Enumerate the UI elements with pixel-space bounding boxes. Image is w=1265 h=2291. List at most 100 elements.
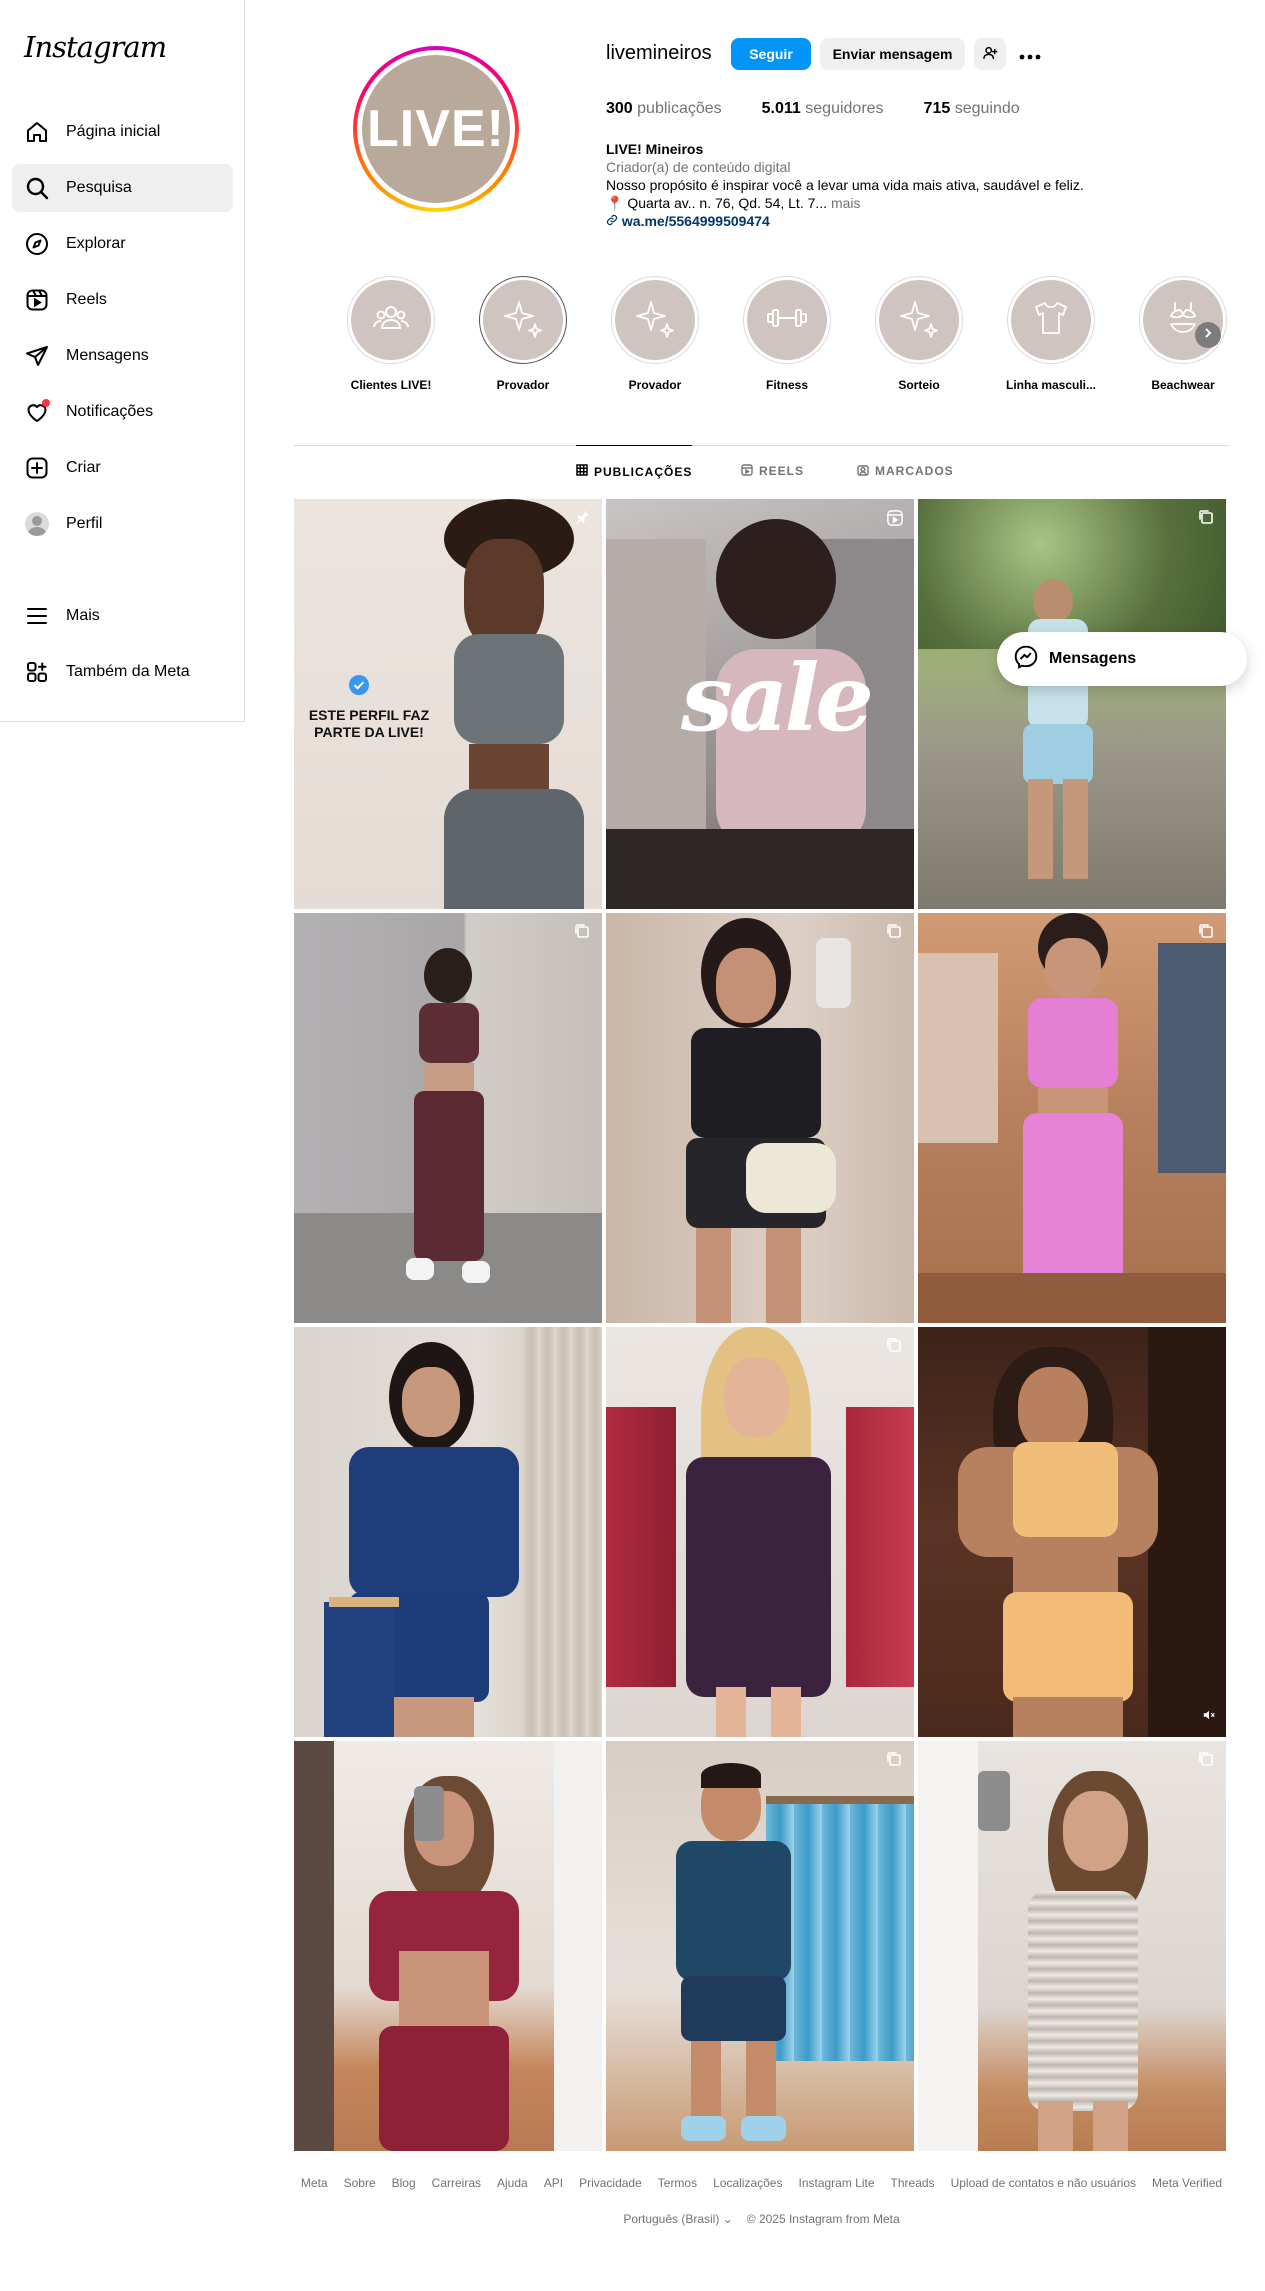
profile-avatar[interactable]: LIVE!: [353, 46, 519, 212]
footer-links: Meta Sobre Blog Carreiras Ajuda API Priv…: [294, 2176, 1229, 2190]
verified-badge-icon: [348, 674, 370, 701]
plus-square-icon: [24, 455, 50, 481]
sparkle-icon: [501, 296, 545, 345]
search-icon: [24, 175, 50, 201]
footer-link[interactable]: Instagram Lite: [798, 2176, 874, 2190]
following-count[interactable]: 715 seguindo: [924, 100, 1020, 118]
follow-button[interactable]: Seguir: [731, 38, 811, 70]
nav-item-meta[interactable]: Também da Meta: [12, 648, 233, 696]
footer-link[interactable]: Threads: [891, 2176, 935, 2190]
carousel-icon: [1198, 509, 1216, 527]
nav-label: Reels: [66, 291, 107, 308]
bio-link-row: wa.me/5564999509474: [606, 212, 1084, 230]
options-button[interactable]: [1014, 38, 1046, 70]
tab-tagged[interactable]: MARCADOS: [857, 445, 954, 497]
footer-link[interactable]: Carreiras: [432, 2176, 481, 2190]
highlight-item[interactable]: Beachwear: [1117, 276, 1249, 392]
heart-icon: [24, 399, 50, 425]
chevron-right-icon: [1202, 326, 1214, 344]
carousel-icon: [886, 1751, 904, 1769]
highlight-item[interactable]: Fitness: [721, 276, 853, 392]
instagram-logo[interactable]: Instagram: [24, 30, 167, 64]
post-7[interactable]: [294, 1327, 602, 1737]
highlight-label: Provador: [628, 378, 682, 392]
nav-item-messages[interactable]: Mensagens: [12, 332, 233, 380]
reels-icon: [741, 463, 759, 479]
footer-link[interactable]: Blog: [392, 2176, 416, 2190]
post-9[interactable]: [918, 1327, 1226, 1737]
footer-link[interactable]: Termos: [658, 2176, 697, 2190]
carousel-icon: [886, 923, 904, 941]
post-3[interactable]: [918, 499, 1226, 909]
profile-full-name: LIVE! Mineiros: [606, 141, 704, 157]
copyright-text: © 2025 Instagram from Meta: [746, 2212, 900, 2226]
post-5[interactable]: [606, 913, 914, 1323]
post-12[interactable]: [918, 1741, 1226, 2151]
send-message-button[interactable]: Enviar mensagem: [820, 38, 965, 70]
nav-item-more[interactable]: Mais: [12, 592, 233, 640]
language-select[interactable]: Português (Brasil) ⌄: [623, 2212, 732, 2226]
footer-link[interactable]: Meta Verified: [1152, 2176, 1222, 2190]
tab-reels[interactable]: REELS: [741, 445, 804, 497]
nav-label: Criar: [66, 459, 101, 476]
footer-link[interactable]: Upload de contatos e não usuários: [951, 2176, 1136, 2190]
tagged-icon: [857, 464, 875, 479]
nav-item-search[interactable]: Pesquisa: [12, 164, 233, 212]
footer-link[interactable]: Meta: [301, 2176, 328, 2190]
highlight-item[interactable]: Clientes LIVE!: [325, 276, 457, 392]
tab-posts[interactable]: PUBLICAÇÕES: [576, 445, 693, 497]
carousel-icon: [1198, 1751, 1216, 1769]
highlight-item[interactable]: Sorteio: [853, 276, 985, 392]
people-icon: [371, 298, 411, 343]
nav-item-profile[interactable]: Perfil: [12, 500, 233, 548]
bio-more-link[interactable]: mais: [831, 195, 861, 211]
post-10[interactable]: [294, 1741, 602, 2151]
footer-link[interactable]: Ajuda: [497, 2176, 528, 2190]
highlight-item[interactable]: Provador: [457, 276, 589, 392]
nav-item-create[interactable]: Criar: [12, 444, 233, 492]
highlight-item[interactable]: Provador: [589, 276, 721, 392]
bio-website-link[interactable]: wa.me/5564999509474: [622, 213, 770, 229]
post-1[interactable]: ESTE PERFIL FAZ PARTE DA LIVE!: [294, 499, 602, 909]
messages-float-label: Mensagens: [1049, 650, 1137, 667]
footer-bottom: Português (Brasil) ⌄ © 2025 Instagram fr…: [294, 2212, 1229, 2226]
highlight-label: Beachwear: [1151, 378, 1215, 392]
highlights-next-button[interactable]: [1195, 322, 1221, 348]
nav-item-reels[interactable]: Reels: [12, 276, 233, 324]
followers-count[interactable]: 5.011 seguidores: [762, 100, 884, 118]
post-2[interactable]: sale: [606, 499, 914, 909]
nav-item-notifications[interactable]: Notificações: [12, 388, 233, 436]
nav-label: Explorar: [66, 235, 126, 252]
nav-label: Notificações: [66, 403, 154, 420]
link-icon: [606, 213, 622, 229]
footer-link[interactable]: API: [544, 2176, 563, 2190]
post-8[interactable]: [606, 1327, 914, 1737]
profile-stats: 300 publicações 5.011 seguidores 715 seg…: [606, 100, 1060, 118]
footer-link[interactable]: Localizações: [713, 2176, 782, 2190]
mute-icon: [1202, 1708, 1216, 1727]
post-4[interactable]: [294, 913, 602, 1323]
main-nav: Página inicial Pesquisa Explorar Reels M…: [12, 108, 233, 556]
post-6[interactable]: [918, 913, 1226, 1323]
nav-item-home[interactable]: Página inicial: [12, 108, 233, 156]
chevron-down-icon: ⌄: [722, 2212, 733, 2226]
nav-label: Também da Meta: [66, 663, 190, 680]
pin-icon: [574, 509, 592, 527]
highlight-label: Sorteio: [898, 378, 940, 392]
post-11[interactable]: [606, 1741, 914, 2151]
footer-link[interactable]: Sobre: [344, 2176, 376, 2190]
story-highlights: Clientes LIVE! Provador Provador Fitness…: [325, 276, 1249, 392]
footer-link[interactable]: Privacidade: [579, 2176, 642, 2190]
compass-icon: [24, 231, 50, 257]
posts-grid: ESTE PERFIL FAZ PARTE DA LIVE! sale: [294, 499, 1226, 2151]
footer: Meta Sobre Blog Carreiras Ajuda API Priv…: [294, 2176, 1229, 2226]
notification-dot: [42, 399, 50, 407]
suggested-users-button[interactable]: [974, 38, 1006, 70]
reels-icon: [24, 287, 50, 313]
profile-bio: LIVE! Mineiros Criador(a) de conteúdo di…: [606, 140, 1084, 230]
messages-float-button[interactable]: Mensagens: [997, 632, 1247, 686]
nav-item-explore[interactable]: Explorar: [12, 220, 233, 268]
nav-lower: Mais Também da Meta: [12, 592, 233, 704]
tab-posts-label: PUBLICAÇÕES: [594, 464, 693, 479]
highlight-item[interactable]: Linha masculi...: [985, 276, 1117, 392]
